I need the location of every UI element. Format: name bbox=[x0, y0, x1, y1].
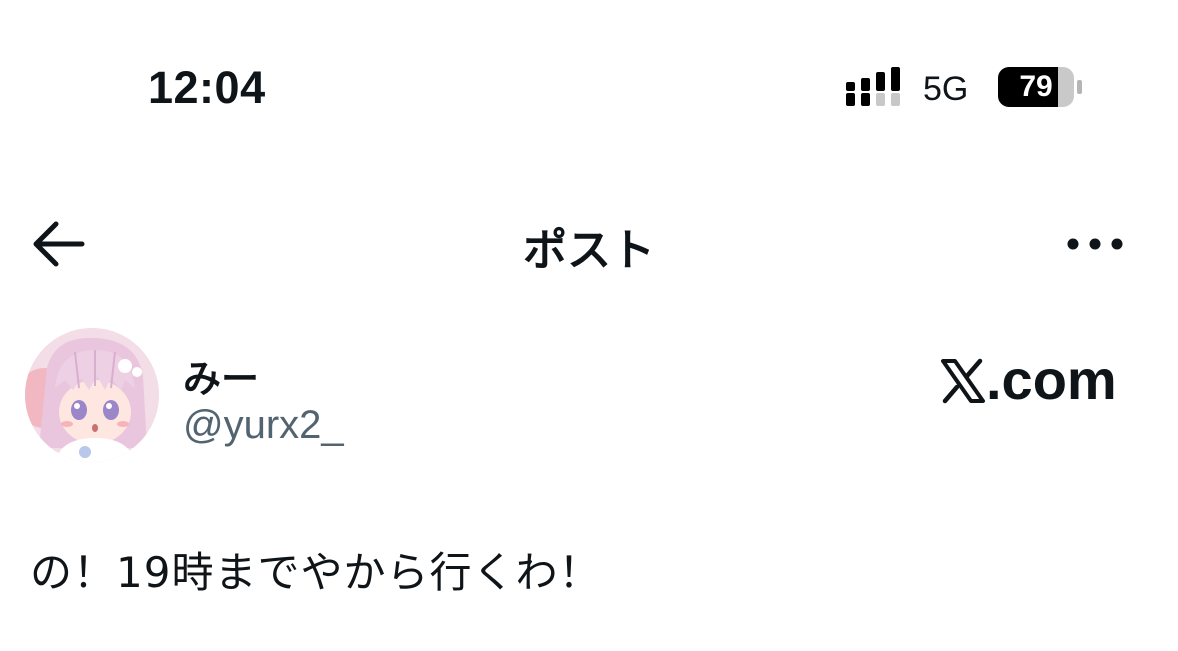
author-handle[interactable]: @yurx2_ bbox=[183, 403, 344, 448]
anime-girl-avatar-icon bbox=[25, 328, 159, 462]
x-com-watermark: .com bbox=[940, 349, 1135, 411]
ellipsis-icon bbox=[1067, 238, 1123, 250]
page-title: ポスト bbox=[523, 225, 655, 276]
network-type: 5G bbox=[923, 70, 969, 108]
author-display-name[interactable]: みー bbox=[183, 348, 259, 403]
cellular-signal-icon bbox=[846, 67, 900, 106]
post-text: の！19時までやから行くわ！ bbox=[30, 548, 602, 597]
x-logo-icon bbox=[941, 358, 985, 404]
brand-domain: .com bbox=[986, 348, 1117, 411]
status-bar: 12:04 5G 79 bbox=[0, 0, 1178, 150]
battery-percentage: 79 bbox=[1019, 70, 1053, 103]
more-options-button[interactable] bbox=[1062, 224, 1128, 264]
avatar[interactable] bbox=[25, 328, 159, 462]
status-time: 12:04 bbox=[148, 62, 266, 113]
